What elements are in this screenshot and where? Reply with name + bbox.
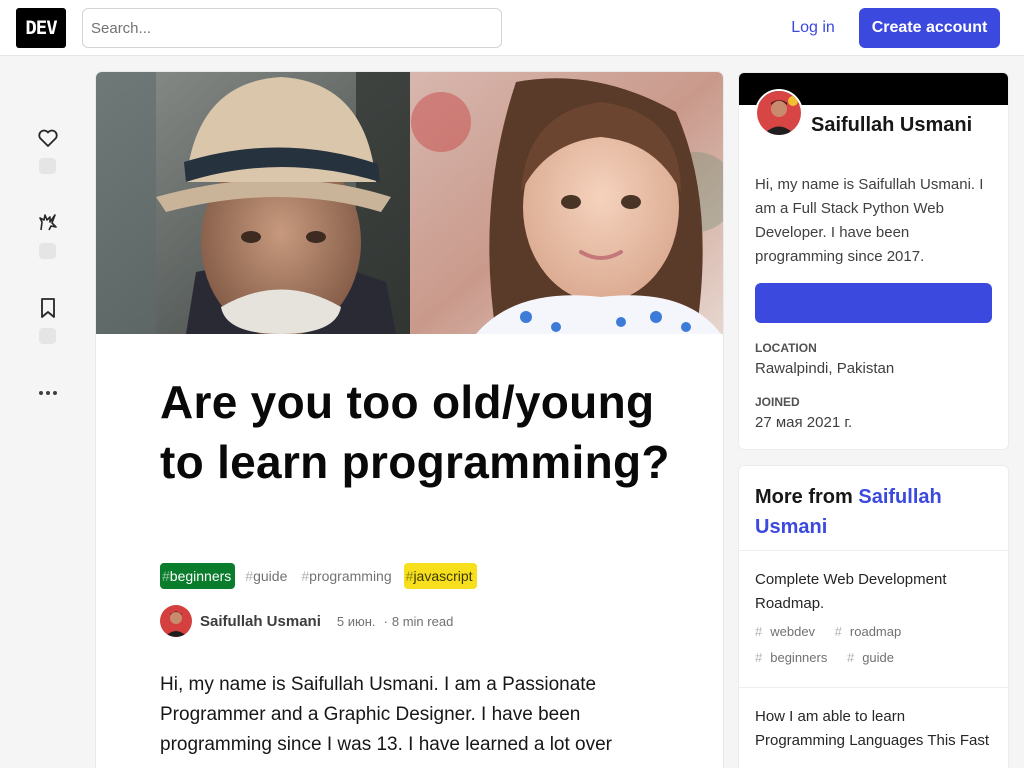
author-card: Saifullah Usmani Hi, my name is Saifulla… [738,72,1009,450]
more-item-tags: # webdev # roadmap # beginners # guide [755,619,995,671]
meta-dot: · [383,613,388,629]
login-link[interactable]: Log in [774,8,852,48]
tag-list: # beginners # guide # programming # javascri… [160,563,477,589]
more-item-title[interactable]: How I am able to learn Programming Langu… [755,705,995,753]
author-avatar-large[interactable] [755,89,803,137]
tag-beginners[interactable]: # beginners [160,563,236,589]
read-time: 8 min read [391,613,454,629]
bookmark-count [39,328,56,344]
follow-button[interactable] [755,283,992,323]
location-label: LOCATION [755,341,817,355]
tag-javascript[interactable]: # javascript [403,563,477,589]
more-tag-guide[interactable]: # guide [847,650,902,665]
location-value: Rawalpindi, Pakistan [755,360,895,377]
unicorn-icon[interactable] [30,205,66,241]
search-input[interactable] [82,8,502,48]
more-item-title[interactable]: Complete Web Development Roadmap. [755,568,995,616]
divider [739,687,1008,688]
tag-guide[interactable]: # guide [243,563,291,589]
tag-programming[interactable]: # programming [299,563,395,589]
author-bio: Hi, my name is Saifullah Usmani. I am a … [755,176,984,265]
author-card-name[interactable]: Saifullah Usmani [811,114,972,137]
article-body: Hi, my name is Saifullah Usmani. I am a … [160,674,613,755]
more-tag-webdev[interactable]: # webdev [755,624,823,639]
more-tag-roadmap[interactable]: # roadmap [835,624,910,639]
post-date: 5 июн. [336,613,376,629]
heart-count [39,158,56,174]
dev-logo[interactable]: DEV [16,8,66,48]
author-row: Saifullah Usmani 5 июн. · 8 min read [160,605,453,637]
more-from-heading: More from Saifullah Usmani [755,486,942,538]
author-avatar[interactable] [160,605,192,637]
more-tag-beginners[interactable]: # beginners [755,650,835,665]
author-name[interactable]: Saifullah Usmani [200,613,321,630]
joined-label: JOINED [755,395,800,409]
joined-value: 27 мая 2021 г. [755,414,853,431]
more-from-card: More from Saifullah Usmani Complete Web … [738,465,1009,768]
bookmark-icon[interactable] [30,290,66,326]
more-icon[interactable] [30,375,66,411]
unicorn-count [39,243,56,259]
cover-image [96,72,723,334]
create-account-button[interactable]: Create account [859,8,1000,48]
article-title: Are you too old/young to learn programmi… [160,376,670,488]
top-bar: DEV Log in Create account [0,0,1024,56]
heart-icon[interactable] [30,120,66,156]
article-card: Are you too old/young to learn programmi… [96,72,723,768]
divider [739,550,1008,551]
